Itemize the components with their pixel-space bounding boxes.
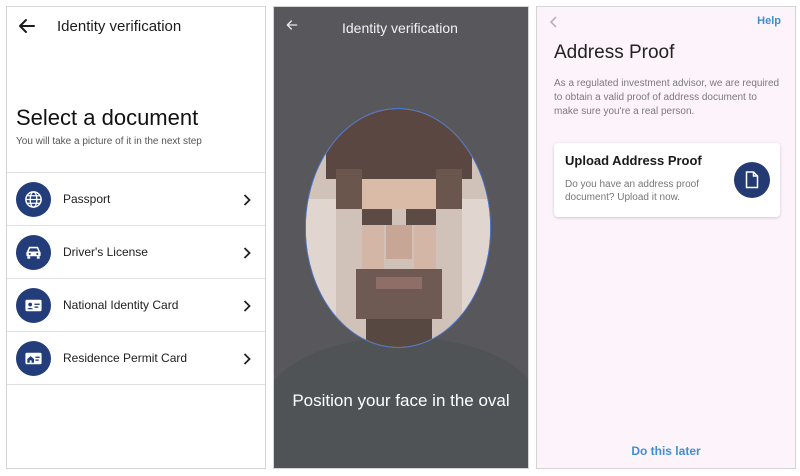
document-label: Driver's License	[63, 245, 148, 259]
id-card-icon	[16, 288, 51, 323]
do-this-later-link[interactable]: Do this later	[537, 444, 795, 458]
page-title: Identity verification	[57, 18, 182, 35]
document-label: National Identity Card	[63, 298, 179, 312]
globe-icon	[16, 182, 51, 217]
document-label: Passport	[63, 192, 111, 206]
heading: Select a document	[16, 105, 199, 130]
card-description: Do you have an address proof document? U…	[565, 179, 699, 203]
chevron-right-icon	[243, 193, 251, 211]
document-option-passport[interactable]: Passport	[7, 173, 265, 226]
page-title: Address Proof	[554, 42, 675, 63]
document-option-national-id[interactable]: National Identity Card	[7, 279, 265, 332]
chevron-right-icon	[243, 299, 251, 317]
top-bar: Identity verification	[7, 7, 265, 47]
chevron-right-icon	[243, 352, 251, 370]
subheading: You will take a picture of it in the nex…	[16, 136, 202, 147]
document-option-drivers-license[interactable]: Driver's License	[7, 226, 265, 279]
face-position-instruction: Position your face in the oval	[292, 391, 510, 410]
help-link[interactable]: Help	[757, 15, 781, 27]
chevron-right-icon	[243, 246, 251, 264]
face-capture-screen: Identity verification Position your face…	[273, 6, 529, 469]
upload-address-proof-card[interactable]: Upload Address Proof Do you have an addr…	[554, 143, 780, 217]
card-title: Upload Address Proof	[565, 153, 702, 168]
document-list: Passport Driver's License National Ident…	[7, 172, 265, 385]
document-label: Residence Permit Card	[63, 351, 188, 365]
document-option-residence-permit[interactable]: Residence Permit Card	[7, 332, 265, 385]
pixelated-face-preview	[306, 109, 490, 347]
document-icon	[734, 162, 770, 198]
back-arrow-icon[interactable]	[15, 14, 39, 38]
page-description: As a regulated investment advisor, we ar…	[554, 78, 780, 117]
select-document-screen: Identity verification Select a document …	[6, 6, 266, 469]
residence-card-icon	[16, 341, 51, 376]
car-icon	[16, 235, 51, 270]
address-proof-screen: Help Address Proof As a regulated invest…	[536, 6, 796, 469]
back-chevron-icon[interactable]	[549, 15, 559, 33]
back-arrow-icon[interactable]	[284, 17, 300, 38]
face-oval-guide	[305, 108, 491, 348]
page-title: Identity verification	[342, 20, 458, 36]
